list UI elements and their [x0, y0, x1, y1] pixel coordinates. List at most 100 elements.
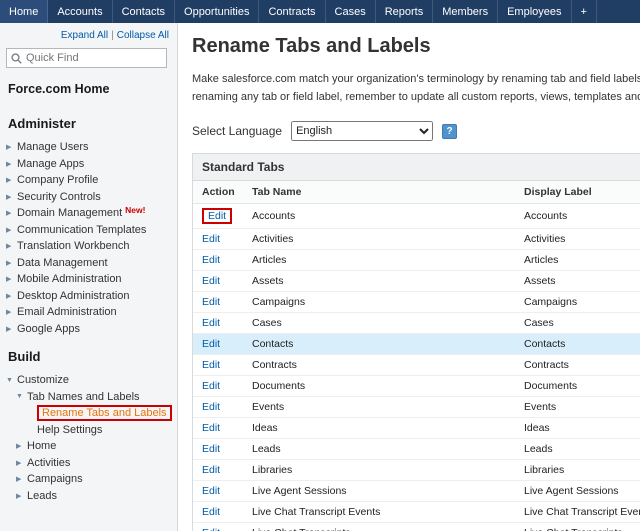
- expand-arrow-icon[interactable]: ▶: [16, 442, 27, 450]
- sidebar-item-customize[interactable]: ▼ Customize: [6, 372, 171, 389]
- display-label-cell: Assets: [515, 270, 640, 293]
- sidebar-item-email-administration[interactable]: ▶ Email Administration: [6, 304, 171, 321]
- edit-link-assets[interactable]: Edit: [202, 275, 220, 287]
- sidebar-item-translation-workbench[interactable]: ▶ Translation Workbench: [6, 238, 171, 255]
- tab-name-cell: Live Chat Transcript Events: [243, 501, 515, 524]
- page-title: Rename Tabs and Labels: [192, 35, 431, 57]
- standard-tabs-table: Action Tab Name Display Label Edit Accoun…: [193, 181, 640, 531]
- sidebar-item-manage-users[interactable]: ▶ Manage Users: [6, 139, 171, 156]
- edit-link-ideas[interactable]: Edit: [202, 422, 220, 434]
- expand-arrow-icon[interactable]: ▶: [16, 475, 27, 483]
- nav-tab-members[interactable]: Members: [433, 0, 499, 23]
- sidebar-item-campaigns[interactable]: ▶ Campaigns: [6, 471, 171, 488]
- expand-all-link[interactable]: Expand All: [61, 30, 108, 41]
- edit-link-contacts[interactable]: Edit: [202, 338, 220, 350]
- nav-tab-add[interactable]: +: [572, 0, 597, 23]
- expand-arrow-icon[interactable]: ▶: [6, 209, 17, 217]
- nav-tab-reports[interactable]: Reports: [376, 0, 434, 23]
- display-label-cell: Contacts: [515, 333, 640, 356]
- expand-arrow-icon[interactable]: ▶: [6, 242, 17, 250]
- action-cell: Edit: [193, 417, 243, 440]
- action-cell: Edit: [193, 270, 243, 293]
- sidebar-item-manage-apps[interactable]: ▶ Manage Apps: [6, 156, 171, 173]
- sidebar-item-domain-management[interactable]: ▶ Domain Management New!: [6, 205, 171, 222]
- edit-link-campaigns[interactable]: Edit: [202, 296, 220, 308]
- build-items: ▼Customize▼Tab Names and Labels▶Rename T…: [6, 372, 172, 505]
- help-icon[interactable]: ?: [442, 123, 458, 139]
- setup-sidebar: Expand All|Collapse All Force.com Home A…: [0, 23, 178, 531]
- sidebar-item-activities[interactable]: ▶ Activities: [6, 455, 171, 472]
- page-body: Expand All|Collapse All Force.com Home A…: [0, 23, 640, 531]
- table-row-libraries: Edit Libraries Libraries: [193, 459, 640, 482]
- nav-tab-opportunities[interactable]: Opportunities: [175, 0, 260, 23]
- edit-link-events[interactable]: Edit: [202, 401, 220, 413]
- sidebar-item-label: Communication Templates: [17, 223, 147, 236]
- collapse-all-link[interactable]: Collapse All: [117, 30, 169, 41]
- sidebar-item-label: Tab Names and Labels: [27, 390, 140, 403]
- table-row-ideas: Edit Ideas Ideas: [193, 417, 640, 440]
- sidebar-item-rename-tabs-and-labels[interactable]: ▶Rename Tabs and Labels: [6, 405, 172, 422]
- sidebar-item-tab-names-and-labels[interactable]: ▼ Tab Names and Labels: [6, 389, 171, 406]
- action-cell: Edit: [193, 312, 243, 335]
- expand-arrow-icon[interactable]: ▶: [6, 292, 17, 300]
- collapse-arrow-icon[interactable]: ▼: [16, 393, 27, 400]
- nav-tab-contacts[interactable]: Contacts: [113, 0, 176, 23]
- quick-find-input[interactable]: [26, 52, 162, 64]
- edit-link-accounts[interactable]: Edit: [202, 208, 233, 225]
- edit-link-live-agent-sessions[interactable]: Edit: [202, 485, 220, 497]
- edit-link-activities[interactable]: Edit: [202, 233, 220, 245]
- nav-tab-contracts[interactable]: Contracts: [259, 0, 326, 23]
- tab-name-cell: Activities: [243, 228, 515, 251]
- expand-arrow-icon[interactable]: ▶: [16, 459, 27, 467]
- expand-arrow-icon[interactable]: ▶: [6, 308, 17, 316]
- sidebar-item-google-apps[interactable]: ▶ Google Apps: [6, 321, 171, 338]
- expand-arrow-icon[interactable]: ▶: [16, 492, 27, 500]
- edit-link-cases[interactable]: Edit: [202, 317, 220, 329]
- sidebar-item-leads[interactable]: ▶ Leads: [6, 488, 171, 505]
- language-select[interactable]: English: [291, 121, 434, 142]
- nav-tab-employees[interactable]: Employees: [498, 0, 572, 23]
- nav-tab-accounts[interactable]: Accounts: [48, 0, 113, 23]
- sidebar-item-help-settings[interactable]: ▶Help Settings: [6, 422, 171, 439]
- tab-name-cell: Live Chat Transcripts: [243, 522, 515, 531]
- sidebar-item-company-profile[interactable]: ▶ Company Profile: [6, 172, 171, 189]
- expand-arrow-icon[interactable]: ▶: [6, 193, 17, 201]
- display-label-cell: Campaigns: [515, 291, 640, 314]
- edit-link-live-chat-transcripts[interactable]: Edit: [202, 527, 220, 531]
- tab-name-cell: Leads: [243, 438, 515, 461]
- sidebar-item-communication-templates[interactable]: ▶ Communication Templates: [6, 222, 171, 239]
- collapse-arrow-icon[interactable]: ▼: [6, 377, 17, 384]
- edit-link-contracts[interactable]: Edit: [202, 359, 220, 371]
- edit-link-libraries[interactable]: Edit: [202, 464, 220, 476]
- display-label-cell: Accounts: [515, 203, 640, 230]
- table-row-leads: Edit Leads Leads: [193, 438, 640, 461]
- expand-arrow-icon[interactable]: ▶: [6, 259, 17, 267]
- salesforce-setup-screen: Home Accounts Contacts Opportunities Contrac…: [0, 0, 640, 531]
- sidebar-item-mobile-administration[interactable]: ▶ Mobile Administration: [6, 271, 171, 288]
- nav-tab-home[interactable]: Home: [0, 0, 49, 23]
- sidebar-item-label: Campaigns: [27, 473, 83, 486]
- expand-arrow-icon[interactable]: ▶: [6, 176, 17, 184]
- expand-arrow-icon[interactable]: ▶: [6, 275, 17, 283]
- edit-link-live-chat-transcript-events[interactable]: Edit: [202, 506, 220, 518]
- expand-arrow-icon[interactable]: ▶: [6, 226, 17, 234]
- sidebar-item-label: Help Settings: [37, 423, 103, 436]
- forcecom-home-link[interactable]: Force.com Home: [8, 82, 171, 96]
- sidebar-item-label: Security Controls: [17, 190, 101, 203]
- sidebar-item-desktop-administration[interactable]: ▶ Desktop Administration: [6, 288, 171, 305]
- sidebar-item-home[interactable]: ▶ Home: [6, 438, 171, 455]
- edit-link-articles[interactable]: Edit: [202, 254, 220, 266]
- sidebar-item-data-management[interactable]: ▶ Data Management: [6, 255, 171, 272]
- expand-arrow-icon[interactable]: ▶: [6, 325, 17, 333]
- display-label-cell: Activities: [515, 228, 640, 251]
- action-cell: Edit: [193, 291, 243, 314]
- edit-link-leads[interactable]: Edit: [202, 443, 220, 455]
- sidebar-item-label: Email Administration: [17, 306, 117, 319]
- sidebar-item-label: Leads: [27, 489, 57, 502]
- action-cell: Edit: [193, 480, 243, 503]
- nav-tab-cases[interactable]: Cases: [326, 0, 376, 23]
- expand-arrow-icon[interactable]: ▶: [6, 143, 17, 151]
- expand-arrow-icon[interactable]: ▶: [6, 160, 17, 168]
- sidebar-item-security-controls[interactable]: ▶ Security Controls: [6, 189, 171, 206]
- edit-link-documents[interactable]: Edit: [202, 380, 220, 392]
